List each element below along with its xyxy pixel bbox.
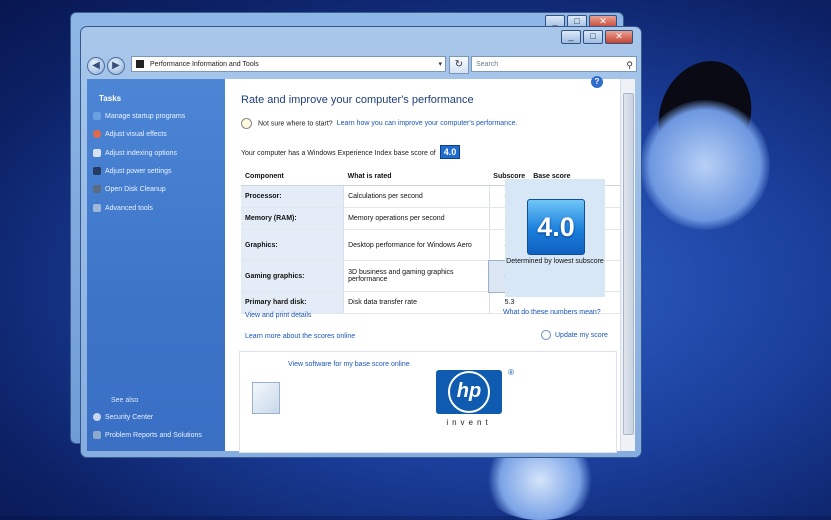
search-input[interactable]: Search ⚲ [471, 56, 637, 72]
refresh-button[interactable]: ↻ [449, 56, 469, 74]
indexing-icon [93, 149, 101, 157]
task-pane: Tasks Manage startup programs Adjust vis… [87, 79, 225, 451]
what-cell: 3D business and gaming graphics performa… [343, 260, 490, 292]
address-text: Performance Information and Tools [149, 61, 259, 68]
sidebar-item-advanced-tools[interactable]: Advanced tools [93, 204, 153, 212]
disk-cleanup-icon [93, 185, 101, 193]
sidebar-item-label: Adjust visual effects [105, 130, 167, 138]
close-button[interactable]: ✕ [605, 30, 633, 44]
lightbulb-icon [241, 118, 252, 129]
column-header-what: What is rated [343, 167, 490, 186]
tasks-heading: Tasks [99, 94, 122, 103]
performance-window: _ □ ✕ ◀ ▶ Performance Information and To… [80, 26, 642, 458]
what-cell: Calculations per second [343, 185, 490, 208]
minimize-button[interactable]: _ [561, 30, 581, 44]
component-cell: Graphics: [241, 229, 344, 261]
back-button[interactable]: ◀ [87, 57, 105, 75]
sidebar-item-power[interactable]: Adjust power settings [93, 167, 172, 175]
component-cell: Gaming graphics: [241, 260, 344, 292]
client-area: Tasks Manage startup programs Adjust vis… [87, 76, 635, 453]
view-software-link[interactable]: View software for my base score online [288, 360, 418, 369]
oem-promo-panel: View software for my base score online h… [239, 351, 617, 453]
maximize-button[interactable]: □ [583, 30, 603, 44]
sidebar-item-indexing[interactable]: Adjust indexing options [93, 149, 177, 157]
what-numbers-mean-link[interactable]: What do these numbers mean? [503, 309, 601, 316]
chevron-down-icon[interactable]: ▾ [438, 57, 442, 73]
sidebar-item-label: Adjust indexing options [105, 149, 177, 157]
sidebar-item-label: Open Disk Cleanup [105, 185, 166, 193]
power-icon [93, 167, 101, 175]
sidebar-item-label: Security Center [105, 413, 154, 421]
see-also-heading: See also [111, 397, 139, 404]
vertical-scrollbar[interactable] [620, 79, 635, 451]
component-cell: Memory (RAM): [241, 207, 344, 230]
search-icon[interactable]: ⚲ [626, 57, 633, 73]
hp-logo: hp ® [436, 368, 514, 414]
shield-icon [541, 330, 551, 340]
column-header-component: Component [241, 167, 344, 186]
base-score-badge: 4.0 [439, 145, 461, 159]
update-score-label: Update my score [555, 331, 608, 339]
what-cell: Memory operations per second [343, 207, 490, 230]
sidebar-item-disk-cleanup[interactable]: Open Disk Cleanup [93, 185, 166, 193]
base-score-caption: Determined by lowest subscore [506, 258, 604, 265]
hp-tagline: invent [446, 418, 492, 427]
learn-more-scores-link[interactable]: Learn more about the scores online [245, 333, 355, 340]
sidebar-item-visual-effects[interactable]: Adjust visual effects [93, 130, 167, 138]
startup-icon [93, 112, 101, 120]
advanced-tools-icon [93, 204, 101, 212]
help-icon[interactable]: ? [591, 76, 603, 88]
view-print-details-link[interactable]: View and print details [245, 312, 311, 319]
forward-button[interactable]: ▶ [107, 57, 125, 75]
sidebar-item-label: Problem Reports and Solutions [105, 431, 202, 439]
registered-mark: ® [508, 368, 514, 377]
scrollbar-thumb[interactable] [623, 93, 634, 435]
what-cell: Disk data transfer rate [343, 291, 490, 314]
base-score-line: Your computer has a Windows Experience I… [241, 145, 461, 159]
sidebar-item-security-center[interactable]: Security Center [93, 413, 153, 421]
desktop-flower-decoration [640, 100, 770, 230]
sidebar-item-label: Advanced tools [105, 204, 153, 212]
sidebar-item-problem-reports[interactable]: Problem Reports and Solutions [93, 431, 202, 439]
base-score-panel: 4.0 Determined by lowest subscore [505, 179, 605, 297]
page-title: Rate and improve your computer's perform… [241, 94, 474, 106]
base-score-tile: 4.0 [527, 199, 585, 255]
component-cell: Primary hard disk: [241, 291, 344, 314]
problem-reports-icon [93, 431, 101, 439]
security-center-icon [93, 413, 101, 421]
address-bar[interactable]: Performance Information and Tools ▾ [131, 56, 446, 72]
what-cell: Desktop performance for Windows Aero [343, 229, 490, 261]
hint-text: Not sure where to start? [258, 120, 333, 128]
search-placeholder: Search [476, 61, 499, 68]
hint-row: Not sure where to start? Learn how you ca… [241, 118, 517, 129]
main-content: ? Rate and improve your computer's perfo… [225, 76, 621, 453]
control-panel-icon [136, 60, 144, 69]
update-score-button[interactable]: Update my score [541, 330, 608, 340]
component-cell: Processor: [241, 185, 344, 208]
improve-performance-link[interactable]: Learn how you can improve your computer'… [337, 120, 518, 127]
navigation-bar: ◀ ▶ Performance Information and Tools ▾ … [87, 53, 637, 75]
hp-logo-mark: hp [448, 371, 490, 413]
sidebar-item-startup[interactable]: Manage startup programs [93, 112, 185, 120]
visual-effects-icon [93, 130, 101, 138]
sidebar-item-label: Manage startup programs [105, 112, 186, 120]
base-score-text: Your computer has a Windows Experience I… [241, 150, 436, 157]
software-box-icon [252, 382, 280, 414]
sidebar-item-label: Adjust power settings [105, 167, 172, 175]
